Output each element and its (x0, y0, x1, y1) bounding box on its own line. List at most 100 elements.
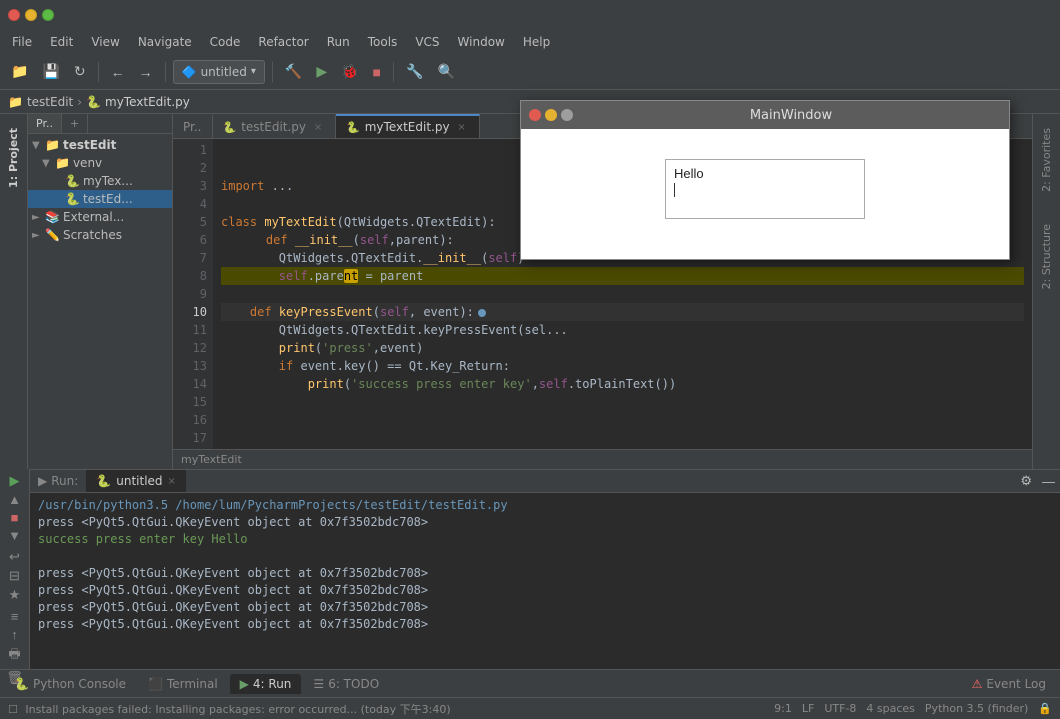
tab-label-testedit: testEdit.py (241, 120, 306, 134)
status-python[interactable]: Python 3.5 (finder) (925, 702, 1028, 715)
editor-footer: myTextEdit (173, 449, 1032, 469)
tab-label-mytextedit: myTextEdit.py (365, 120, 450, 134)
tab-close-mytextedit[interactable]: × (455, 120, 469, 134)
run-tab-untitled[interactable]: 🐍 untitled × (86, 470, 186, 492)
menu-file[interactable]: File (4, 33, 40, 51)
title-bar (0, 0, 1060, 30)
tree-item-testeditpy[interactable]: 🐍 testEd... (28, 190, 172, 208)
menu-run[interactable]: Run (319, 33, 358, 51)
status-right: 9:1 LF UTF-8 4 spaces Python 3.5 (finder… (774, 702, 1052, 715)
status-bar: ☐ Install packages failed: Installing pa… (0, 697, 1060, 719)
run-print-btn[interactable]: 🖶 (4, 645, 26, 667)
panel-tab-add[interactable]: + (62, 114, 88, 133)
menu-tools[interactable]: Tools (360, 33, 406, 51)
menu-navigate[interactable]: Navigate (130, 33, 200, 51)
panel-tab-project[interactable]: Pr.. (28, 114, 62, 133)
terminal-icon: ⬛ (148, 677, 163, 691)
run-filter-button[interactable]: ⊟ (4, 568, 26, 584)
status-indent[interactable]: 4 spaces (866, 702, 915, 715)
menu-window[interactable]: Window (450, 33, 513, 51)
minimize-button[interactable] (25, 9, 37, 21)
status-lock-icon: 🔒 (1038, 702, 1052, 715)
tree-item-testEdit[interactable]: ▼ 📁 testEdit (28, 136, 172, 154)
traffic-lights (8, 9, 54, 21)
breadcrumb-project[interactable]: testEdit (27, 95, 73, 109)
tree-item-scratches[interactable]: ► ✏️ Scratches (28, 226, 172, 244)
maximize-button[interactable] (42, 9, 54, 21)
structure-label[interactable]: 2: Structure (1040, 218, 1053, 295)
run-more-btn[interactable]: ↑ (4, 627, 26, 642)
footer-tab-run[interactable]: ▶ 4: Run (230, 674, 302, 694)
float-close-button[interactable] (529, 109, 541, 121)
run-stop-button[interactable]: ■ (4, 510, 26, 525)
run-panel-settings-button[interactable]: ⚙ (1015, 470, 1037, 492)
footer-tab-python-console[interactable]: 🐍 Python Console (4, 674, 136, 694)
run-output-line-3: success press enter key Hello (38, 531, 1052, 548)
search-button[interactable]: 🔍 (432, 60, 459, 83)
status-position[interactable]: 9:1 (774, 702, 792, 715)
refresh-button[interactable]: ↻ (69, 60, 91, 83)
breadcrumb-file[interactable]: myTextEdit.py (105, 95, 190, 109)
editor-tab-pr[interactable]: Pr.. (173, 114, 213, 138)
floating-content: Hello (521, 129, 1009, 259)
project-tree: ▼ 📁 testEdit ▼ 📁 venv 🐍 myTex... 🐍 testE… (28, 134, 172, 469)
footer-tab-terminal[interactable]: ⬛ Terminal (138, 674, 228, 694)
status-message: ☐ Install packages failed: Installing pa… (8, 701, 762, 717)
float-min-button[interactable] (545, 109, 557, 121)
editor-tab-mytextedit[interactable]: 🐍 myTextEdit.py × (336, 114, 480, 138)
run-up-button[interactable]: ▲ (4, 492, 26, 507)
status-checkbox[interactable]: ☐ (8, 703, 18, 716)
code-line-15 (221, 393, 1024, 411)
run-bookmark-button[interactable]: ★ (4, 587, 26, 603)
menu-code[interactable]: Code (202, 33, 249, 51)
floating-text-area[interactable]: Hello (665, 159, 865, 219)
project-dropdown[interactable]: 🔷 untitled ▾ (173, 60, 265, 84)
editor-tab-testedit[interactable]: 🐍 testEdit.py × (213, 114, 337, 138)
line-numbers: 1234 5678 910 11121314 151617 (173, 139, 213, 449)
tab-close-testedit[interactable]: × (311, 120, 325, 134)
run-settings-btn[interactable]: ≡ (4, 609, 26, 624)
settings-button[interactable]: 🔧 (401, 60, 428, 83)
folder-icon: 📁 (45, 138, 60, 152)
run-icon: ▶ (38, 474, 47, 488)
toolbar-separator-3 (272, 62, 273, 82)
forward-button[interactable]: → (134, 61, 158, 83)
run-output-line-2: press <PyQt5.QtGui.QKeyEvent object at 0… (38, 514, 1052, 531)
status-encoding[interactable]: UTF-8 (824, 702, 856, 715)
back-button[interactable]: ← (106, 61, 130, 83)
tree-item-venv[interactable]: ▼ 📁 venv (28, 154, 172, 172)
scratch-icon: ✏️ (45, 228, 60, 242)
run-wrap-button[interactable]: ↩ (4, 549, 26, 565)
save-button[interactable]: 💾 (37, 60, 64, 83)
run-panel-minimize-button[interactable]: — (1037, 471, 1060, 492)
menu-help[interactable]: Help (515, 33, 558, 51)
project-panel-label[interactable]: 1: Project (7, 122, 20, 194)
floating-window-title: MainWindow (581, 108, 1001, 123)
tree-item-mytextpy[interactable]: 🐍 myTex... (28, 172, 172, 190)
favorites-label[interactable]: 2: Favorites (1040, 122, 1053, 198)
open-folder-button[interactable]: 📁 (6, 60, 33, 83)
run-down-button[interactable]: ▼ (4, 528, 26, 543)
menu-vcs[interactable]: VCS (407, 33, 447, 51)
close-button[interactable] (8, 9, 20, 21)
todo-icon: ☰ (313, 677, 324, 691)
menu-refactor[interactable]: Refactor (250, 33, 316, 51)
run-play-button[interactable]: ▶ (4, 473, 26, 489)
floating-title-bar: MainWindow (521, 101, 1009, 129)
code-line-8: self.parent = parent (221, 267, 1024, 285)
floating-main-window[interactable]: MainWindow Hello (520, 100, 1010, 260)
build-button[interactable]: 🔨 (280, 60, 307, 83)
menu-view[interactable]: View (83, 33, 127, 51)
stop-button[interactable]: ■ (368, 61, 386, 83)
status-linesep[interactable]: LF (802, 702, 814, 715)
menu-edit[interactable]: Edit (42, 33, 81, 51)
project-name: untitled (201, 65, 247, 79)
debug-button[interactable]: 🐞 (336, 60, 363, 83)
run-tab-close-icon[interactable]: × (168, 476, 176, 487)
footer-tab-event-log[interactable]: ⚠ Event Log (962, 674, 1056, 694)
left-panel-labels: 1: Project (0, 114, 28, 469)
float-max-button[interactable] (561, 109, 573, 121)
run-config-button[interactable]: ▶ (311, 60, 332, 83)
tree-item-external[interactable]: ► 📚 External... (28, 208, 172, 226)
footer-tab-todo[interactable]: ☰ 6: TODO (303, 674, 389, 694)
